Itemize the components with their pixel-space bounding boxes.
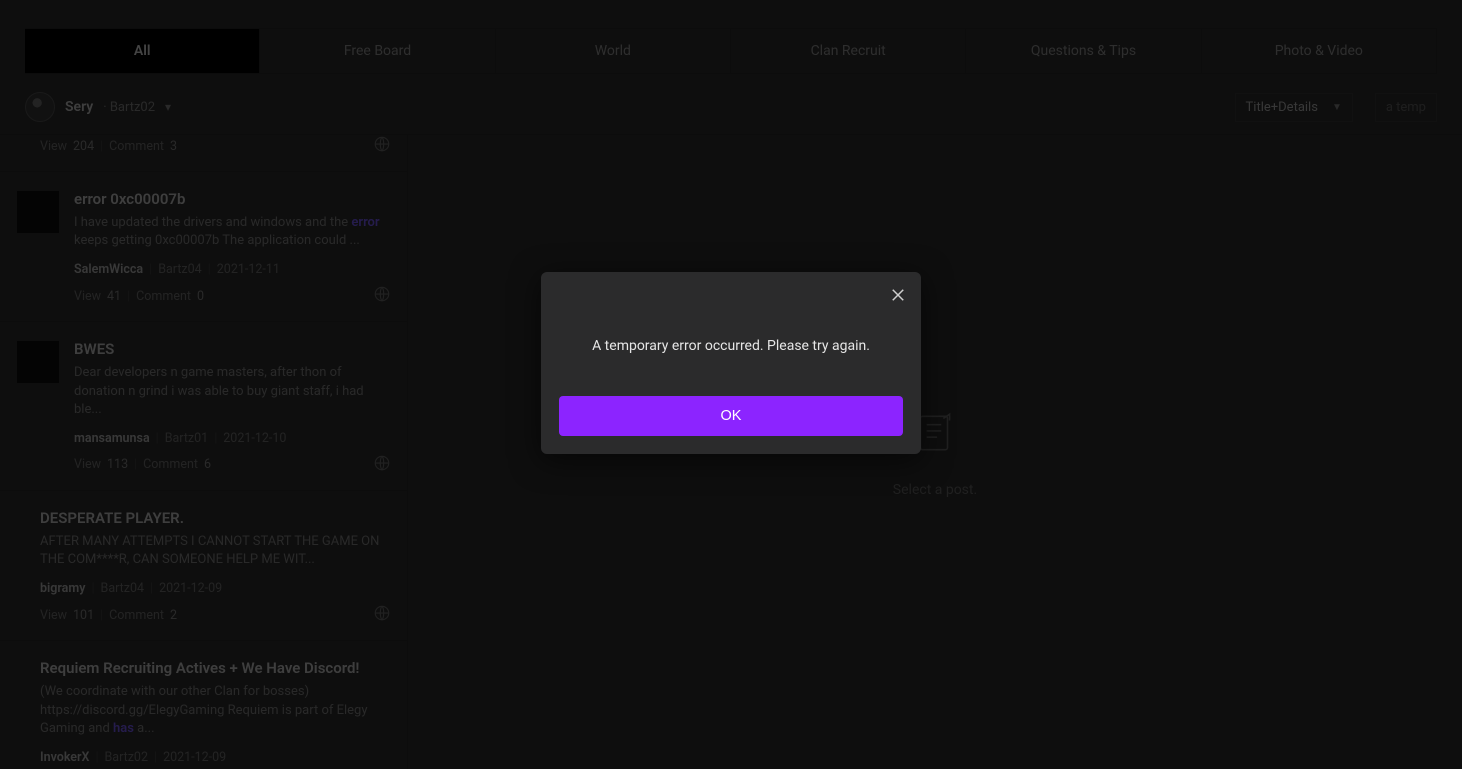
- close-icon[interactable]: [889, 286, 907, 308]
- ok-button[interactable]: OK: [559, 396, 903, 436]
- error-modal: A temporary error occurred. Please try a…: [541, 272, 921, 454]
- modal-overlay: A temporary error occurred. Please try a…: [0, 0, 1462, 769]
- modal-message: A temporary error occurred. Please try a…: [569, 338, 893, 354]
